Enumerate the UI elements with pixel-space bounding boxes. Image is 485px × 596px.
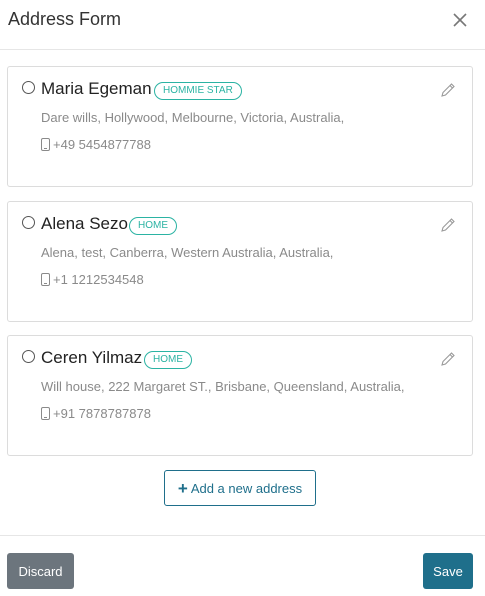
address-tag-badge: HOME: [129, 217, 177, 235]
pencil-icon[interactable]: [440, 82, 456, 98]
plus-icon: +: [177, 478, 188, 498]
dialog-footer: Discard Save: [0, 535, 485, 596]
close-icon[interactable]: [451, 11, 469, 29]
mobile-phone-icon: [41, 138, 50, 151]
mobile-phone-icon: [41, 273, 50, 286]
dialog-header: Address Form: [0, 0, 485, 50]
address-card[interactable]: Ceren Yilmaz HOME Will house, 222 Margar…: [7, 335, 473, 456]
dialog-title: Address Form: [8, 9, 122, 29]
address-tag-badge: HOME: [144, 351, 192, 369]
discard-button[interactable]: Discard: [7, 553, 74, 589]
phone-number: +1 1212534548: [53, 272, 144, 287]
address-name: Ceren Yilmaz: [41, 348, 143, 367]
address-line: Alena, test, Canberra, Western Australia…: [41, 245, 334, 260]
address-radio[interactable]: [22, 216, 35, 229]
pencil-icon[interactable]: [440, 351, 456, 367]
address-line: Will house, 222 Margaret ST., Brisbane, …: [41, 379, 405, 394]
save-button[interactable]: Save: [423, 553, 473, 589]
address-line: Dare wills, Hollywood, Melbourne, Victor…: [41, 110, 345, 125]
phone-row: +49 5454877788: [41, 137, 151, 152]
add-new-address-button[interactable]: + Add a new address: [164, 470, 316, 506]
add-new-address-label: Add a new address: [190, 480, 303, 496]
address-name: Alena Sezo: [41, 214, 128, 233]
pencil-icon[interactable]: [440, 217, 456, 233]
phone-number: +49 5454877788: [53, 137, 151, 152]
phone-row: +1 1212534548: [41, 272, 144, 287]
address-radio[interactable]: [22, 81, 35, 94]
phone-row: +91 7878787878: [41, 406, 151, 421]
address-card[interactable]: Alena Sezo HOME Alena, test, Canberra, W…: [7, 201, 473, 322]
address-name: Maria Egeman: [41, 79, 152, 98]
mobile-phone-icon: [41, 407, 50, 420]
phone-number: +91 7878787878: [53, 406, 151, 421]
address-radio[interactable]: [22, 350, 35, 363]
address-tag-badge: HOMMIE STAR: [154, 82, 242, 100]
address-card[interactable]: Maria Egeman HOMMIE STAR Dare wills, Hol…: [7, 66, 473, 187]
